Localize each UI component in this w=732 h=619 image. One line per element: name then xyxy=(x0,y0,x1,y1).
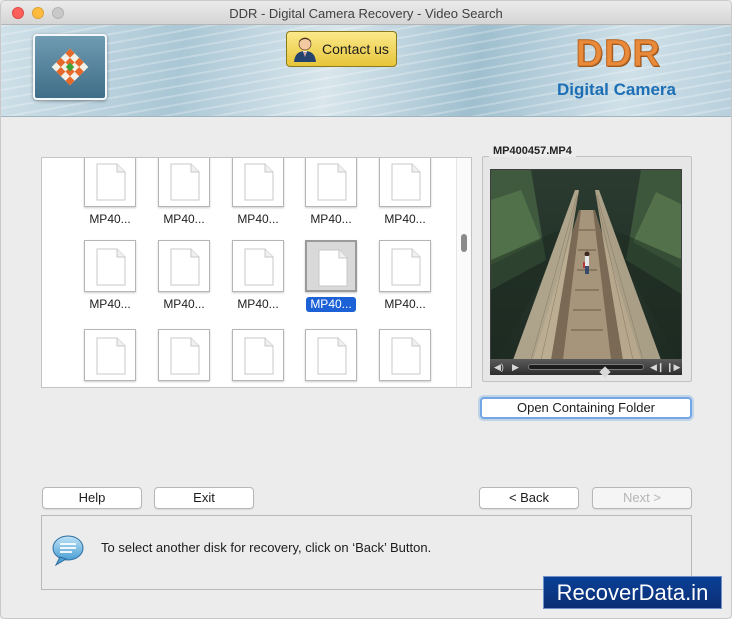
document-icon xyxy=(317,337,347,375)
file-thumbnail-frame xyxy=(84,329,136,381)
file-name-label: MP40... xyxy=(163,212,205,226)
file-thumbnail-frame xyxy=(232,158,284,207)
window-title: DDR - Digital Camera Recovery - Video Se… xyxy=(229,6,503,21)
file-name-label: MP40... xyxy=(89,297,131,311)
video-file-tile[interactable] xyxy=(297,329,365,387)
next-button[interactable]: Next > xyxy=(592,487,692,509)
document-icon xyxy=(96,337,126,375)
video-file-tile[interactable]: MP40... xyxy=(297,240,365,320)
contact-us-button[interactable]: Contact us xyxy=(286,31,397,67)
seek-bar[interactable] xyxy=(528,364,644,378)
file-thumbnail-frame xyxy=(305,329,357,381)
video-file-tile[interactable]: MP40... xyxy=(224,158,292,235)
title-bar[interactable]: DDR - Digital Camera Recovery - Video Se… xyxy=(1,1,731,25)
file-name-label: MP40... xyxy=(310,212,352,226)
video-file-tile[interactable] xyxy=(150,329,218,387)
file-name-label: MP40... xyxy=(384,212,426,226)
video-file-tile[interactable] xyxy=(224,329,292,387)
status-message-text: To select another disk for recovery, cli… xyxy=(101,540,432,555)
open-containing-folder-button[interactable]: Open Containing Folder xyxy=(480,397,692,419)
file-name-label: MP40... xyxy=(237,212,279,226)
file-name-label: MP40... xyxy=(306,297,356,312)
file-thumbnail-frame xyxy=(305,240,357,292)
video-file-tile[interactable]: MP40... xyxy=(371,240,439,320)
rewind-icon[interactable]: ◀❙ xyxy=(650,362,664,372)
app-logo xyxy=(33,34,107,100)
document-icon xyxy=(170,163,200,201)
checker-logo-icon xyxy=(51,48,89,86)
file-thumbnail-frame xyxy=(158,329,210,381)
back-button[interactable]: < Back xyxy=(479,487,579,509)
document-icon xyxy=(244,248,274,286)
help-button[interactable]: Help xyxy=(42,487,142,509)
speech-bubble-icon xyxy=(52,535,84,567)
brand-subtitle: Digital Camera xyxy=(556,80,676,99)
video-file-tile[interactable] xyxy=(371,329,439,387)
document-icon xyxy=(170,337,200,375)
video-thumbnail-grid[interactable]: MP40... MP40... MP40... MP40... MP40... MP40.… xyxy=(41,157,472,388)
file-thumbnail-frame xyxy=(158,158,210,207)
scrollbar-thumb[interactable] xyxy=(461,234,467,252)
document-icon xyxy=(391,337,421,375)
video-file-tile[interactable]: MP40... xyxy=(150,240,218,320)
brand-title: DDR xyxy=(575,33,661,76)
header-banner: Contact us DDR Digital Camera xyxy=(1,25,731,117)
file-thumbnail-frame xyxy=(305,158,357,207)
video-preview[interactable] xyxy=(490,169,682,375)
video-file-tile[interactable]: MP40... xyxy=(297,158,365,235)
file-thumbnail-frame xyxy=(84,240,136,292)
contact-us-label: Contact us xyxy=(322,41,389,57)
video-player-controls: ◀) ▶ ◀❙ ❙▶ xyxy=(490,359,682,378)
file-thumbnail-frame xyxy=(232,329,284,381)
file-thumbnail-frame xyxy=(158,240,210,292)
video-file-tile[interactable]: MP40... xyxy=(224,240,292,320)
exit-button[interactable]: Exit xyxy=(154,487,254,509)
file-thumbnail-frame xyxy=(379,158,431,207)
file-thumbnail-frame xyxy=(379,329,431,381)
document-icon xyxy=(391,163,421,201)
document-icon xyxy=(170,248,200,286)
volume-icon[interactable]: ◀) xyxy=(494,362,504,372)
video-file-tile[interactable]: MP40... xyxy=(76,240,144,320)
file-name-label: MP40... xyxy=(237,297,279,311)
video-file-tile[interactable]: MP40... xyxy=(371,158,439,235)
file-thumbnail-frame xyxy=(84,158,136,207)
app-window: DDR - Digital Camera Recovery - Video Se… xyxy=(0,0,732,619)
video-file-tile[interactable] xyxy=(76,329,144,387)
thumbnail-scrollbar[interactable] xyxy=(456,158,471,387)
bridge-preview-image xyxy=(491,170,681,374)
file-name-label: MP40... xyxy=(384,297,426,311)
file-thumbnail-frame xyxy=(379,240,431,292)
document-icon xyxy=(317,163,347,201)
file-thumbnail-frame xyxy=(232,240,284,292)
play-icon[interactable]: ▶ xyxy=(512,362,519,372)
video-file-tile[interactable]: MP40... xyxy=(76,158,144,235)
document-icon xyxy=(96,163,126,201)
file-name-label: MP40... xyxy=(163,297,205,311)
document-icon xyxy=(391,248,421,286)
support-person-icon xyxy=(294,37,316,62)
document-icon xyxy=(318,249,348,287)
document-icon xyxy=(244,337,274,375)
document-icon xyxy=(96,248,126,286)
document-icon xyxy=(244,163,274,201)
video-file-tile[interactable]: MP40... xyxy=(150,158,218,235)
fast-forward-icon[interactable]: ❙▶ xyxy=(666,362,680,372)
preview-filename: MP400457.MP4 xyxy=(489,145,576,157)
watermark: RecoverData.in xyxy=(543,576,722,609)
file-name-label: MP40... xyxy=(89,212,131,226)
